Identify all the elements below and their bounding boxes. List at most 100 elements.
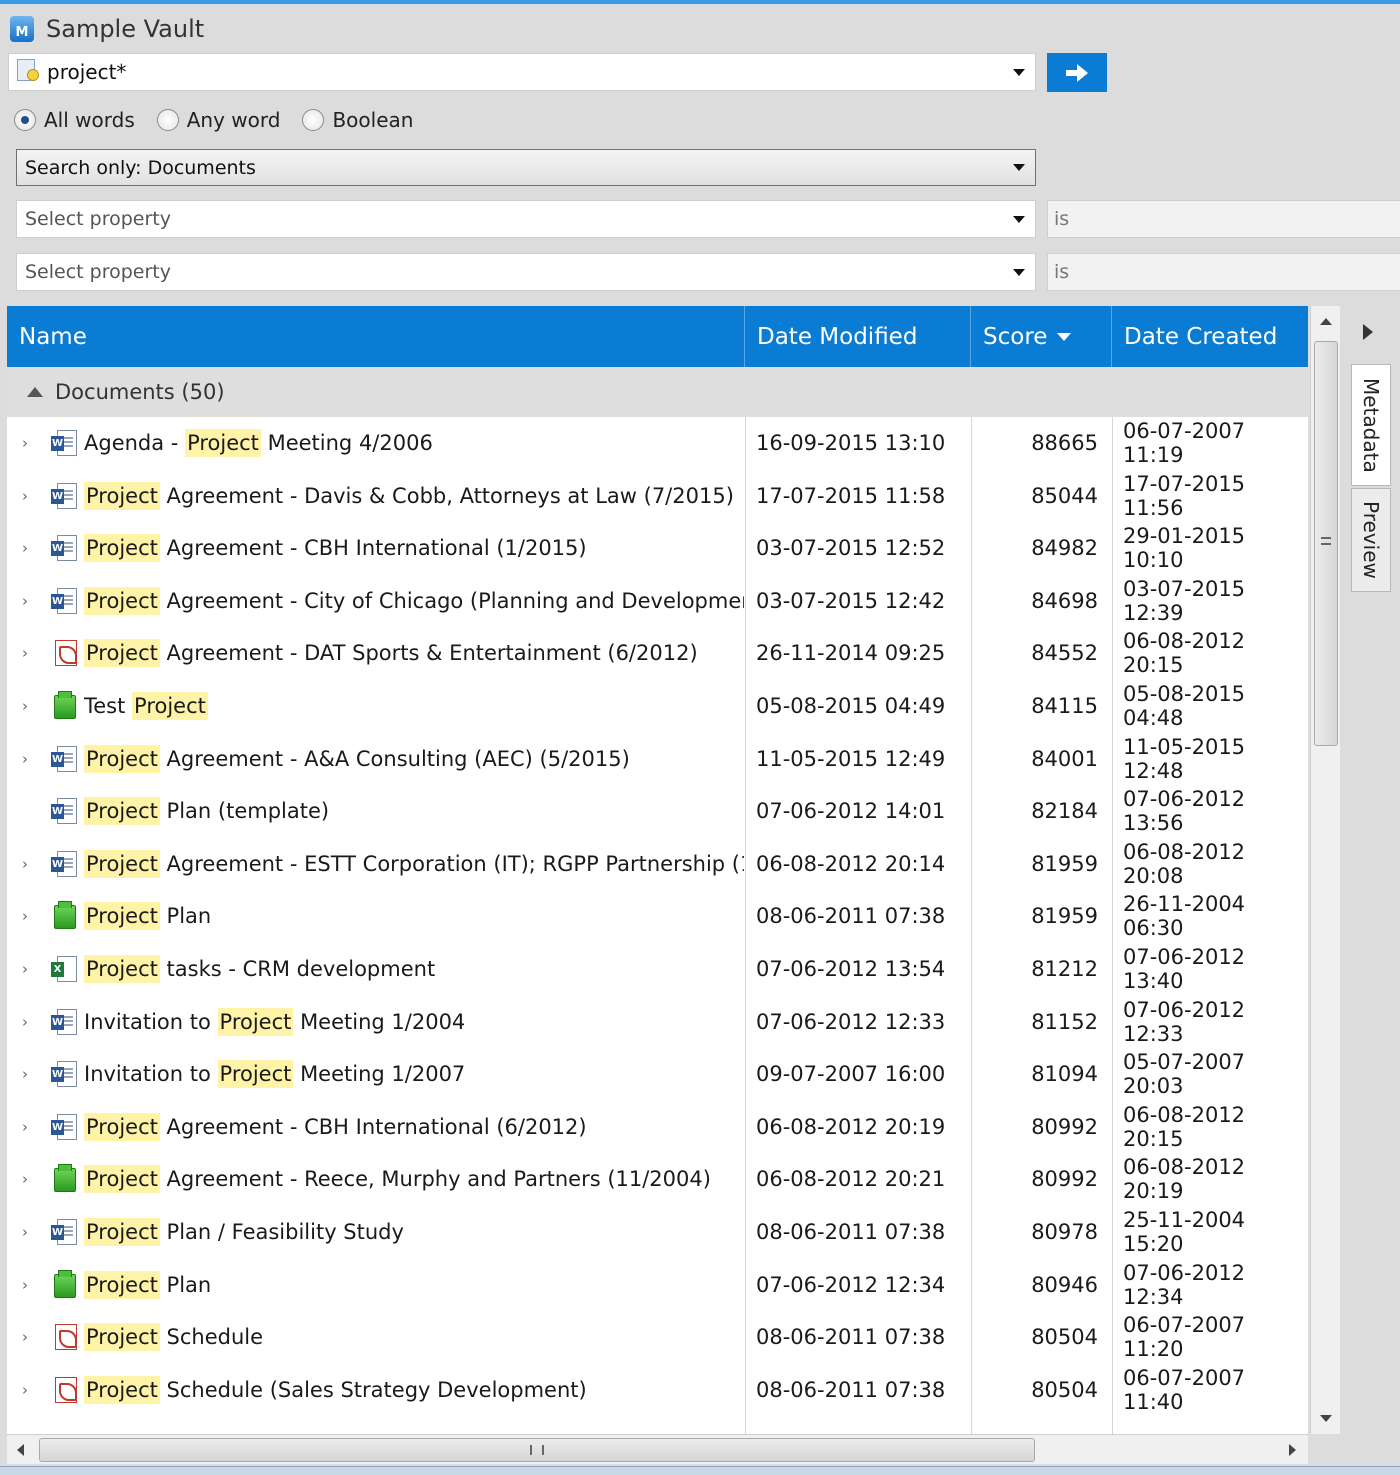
- document-object-icon: [51, 1269, 79, 1300]
- row-name-suffix: Meeting 4/2006: [260, 431, 433, 455]
- table-row[interactable]: › W Project Agreement - ESTT Corporation (…: [7, 838, 1308, 891]
- column-header-date-created[interactable]: Date Created: [1112, 306, 1308, 367]
- collapse-triangle-icon[interactable]: [27, 387, 43, 397]
- row-name: Test Project: [84, 680, 744, 732]
- table-row[interactable]: › Project Plan 07-06-2012 12:34 80946 07-06-…: [7, 1259, 1308, 1312]
- expand-row-chevron-icon[interactable]: ›: [22, 733, 28, 785]
- document-object-icon: [51, 901, 79, 931]
- expand-row-chevron-icon[interactable]: ›: [22, 1153, 28, 1205]
- search-history-dropdown-icon[interactable]: [1013, 68, 1025, 76]
- radio-button-icon[interactable]: [156, 109, 179, 131]
- column-header-name[interactable]: Name: [7, 306, 745, 367]
- search-hit-highlight: Project: [84, 481, 160, 510]
- vault-header: M Sample Vault: [10, 12, 204, 46]
- operator-field-2[interactable]: is: [1047, 253, 1400, 291]
- cell-score: 82184: [1031, 799, 1098, 824]
- tab-metadata[interactable]: Metadata: [1351, 364, 1391, 486]
- scroll-up-arrow-icon[interactable]: [1320, 318, 1332, 325]
- expand-row-chevron-icon[interactable]: ›: [22, 1101, 28, 1153]
- expand-row-chevron-icon[interactable]: ›: [22, 575, 28, 627]
- cell-score: 80978: [1031, 1219, 1098, 1244]
- radio-any-word-label: Any word: [186, 108, 281, 132]
- search-hit-highlight: Project: [84, 1165, 160, 1194]
- vertical-scroll-thumb[interactable]: [1314, 341, 1338, 746]
- cell-score: 80946: [1031, 1272, 1098, 1297]
- radio-any-word[interactable]: Any word: [156, 108, 281, 132]
- table-row[interactable]: › Project Agreement - Reece, Murphy and P…: [7, 1153, 1308, 1206]
- expand-row-chevron-icon[interactable]: ›: [22, 417, 28, 469]
- cell-date-created: 03-07-2015 12:39: [1123, 576, 1246, 625]
- expand-pane-arrow-icon[interactable]: [1363, 324, 1373, 340]
- row-name-suffix: tasks - CRM development: [159, 956, 436, 981]
- scroll-down-arrow-icon[interactable]: [1320, 1415, 1332, 1422]
- sort-descending-icon: [1057, 332, 1072, 341]
- search-input[interactable]: [43, 55, 1013, 89]
- table-row[interactable]: › Project Plan 08-06-2011 07:38 81959 26-11-…: [7, 890, 1308, 943]
- row-name: Agenda - Project Meeting 4/2006: [84, 417, 744, 469]
- horizontal-scrollbar[interactable]: [7, 1434, 1308, 1464]
- chevron-down-icon: [1013, 164, 1025, 171]
- horizontal-scroll-thumb[interactable]: [39, 1438, 1035, 1462]
- property-select-2[interactable]: Select property: [16, 253, 1036, 291]
- table-row[interactable]: › W Agenda - Project Meeting 4/2006 16-09-2…: [7, 417, 1308, 470]
- row-name: Invitation to Project Meeting 1/2007: [84, 1048, 744, 1100]
- table-row[interactable]: › W Project Agreement - Davis & Cobb, Atto…: [7, 470, 1308, 523]
- radio-button-icon[interactable]: [302, 109, 325, 131]
- row-name-suffix: Schedule (Sales Strategy Development): [159, 1377, 587, 1402]
- search-only-select[interactable]: Search only: Documents: [16, 149, 1036, 186]
- scroll-left-arrow-icon[interactable]: [17, 1444, 24, 1456]
- search-go-button[interactable]: [1047, 53, 1107, 92]
- table-row[interactable]: › W Project Agreement - A&A Consulting (AE…: [7, 733, 1308, 786]
- table-row[interactable]: W Project Plan (template) 07-06-2012 14:01…: [7, 785, 1308, 838]
- column-header-date-modified[interactable]: Date Modified: [745, 306, 971, 367]
- chevron-down-icon: [1013, 268, 1025, 276]
- word-file-icon: W: [51, 798, 79, 826]
- table-row[interactable]: › X Project tasks - CRM development 07-06-2…: [7, 943, 1308, 996]
- table-row[interactable]: › Project Schedule 08-06-2011 07:38 80504 06…: [7, 1311, 1308, 1364]
- radio-button-selected-icon[interactable]: [14, 109, 36, 131]
- expand-row-chevron-icon[interactable]: ›: [22, 996, 28, 1048]
- row-name: Invitation to Project Meeting 1/2004: [84, 996, 744, 1048]
- word-file-icon: W: [51, 1061, 79, 1089]
- expand-row-chevron-icon[interactable]: ›: [22, 1311, 28, 1363]
- search-box[interactable]: [8, 53, 1036, 91]
- expand-row-chevron-icon[interactable]: ›: [22, 470, 28, 522]
- scroll-right-arrow-icon[interactable]: [1289, 1444, 1296, 1456]
- document-object-icon: [51, 1164, 79, 1194]
- cell-date-modified: 11-05-2015 12:49: [756, 746, 946, 771]
- row-name: Project Agreement - Reece, Murphy and Pa…: [84, 1153, 744, 1205]
- table-row[interactable]: › W Invitation to Project Meeting 1/2007 09…: [7, 1048, 1308, 1101]
- table-row[interactable]: › Project Schedule (Sales Strategy Develo…: [7, 1364, 1308, 1417]
- search-hit-highlight: Project: [84, 639, 160, 668]
- cell-score: 80504: [1031, 1325, 1098, 1350]
- table-row[interactable]: › W Project Agreement - City of Chicago (P…: [7, 575, 1308, 628]
- expand-row-chevron-icon[interactable]: ›: [22, 1048, 28, 1100]
- table-row[interactable]: › Project Agreement - DAT Sports & Entert…: [7, 627, 1308, 680]
- expand-row-chevron-icon[interactable]: ›: [22, 680, 28, 732]
- property-select-1[interactable]: Select property: [16, 200, 1036, 238]
- expand-row-chevron-icon[interactable]: ›: [22, 1364, 28, 1416]
- cell-score: 85044: [1031, 483, 1098, 508]
- expand-row-chevron-icon[interactable]: ›: [22, 890, 28, 942]
- expand-row-chevron-icon[interactable]: ›: [22, 1206, 28, 1258]
- tab-preview[interactable]: Preview: [1351, 488, 1391, 592]
- table-row[interactable]: › W Project Agreement - CBH International …: [7, 1101, 1308, 1154]
- column-header-score[interactable]: Score: [971, 306, 1112, 367]
- expand-row-chevron-icon[interactable]: ›: [22, 627, 28, 679]
- radio-boolean[interactable]: Boolean: [302, 108, 413, 132]
- table-row[interactable]: › Test Project 05-08-2015 04:49 84115 05-08-…: [7, 680, 1308, 733]
- expand-row-chevron-icon[interactable]: ›: [22, 838, 28, 890]
- table-row[interactable]: › W Project Agreement - CBH International …: [7, 522, 1308, 575]
- search-hit-highlight: Project: [84, 954, 160, 983]
- word-file-icon: W: [51, 587, 79, 616]
- table-row[interactable]: › W Project Plan / Feasibility Study 08-06-…: [7, 1206, 1308, 1259]
- vertical-scrollbar[interactable]: [1310, 306, 1340, 1434]
- expand-row-chevron-icon[interactable]: ›: [22, 1259, 28, 1311]
- expand-row-chevron-icon[interactable]: ›: [22, 943, 28, 995]
- expand-row-chevron-icon[interactable]: ›: [22, 522, 28, 574]
- group-header-documents[interactable]: Documents (50): [7, 367, 1308, 417]
- operator-field-1[interactable]: is: [1047, 200, 1400, 238]
- radio-all-words[interactable]: All words: [14, 108, 135, 132]
- property-select-2-placeholder: Select property: [25, 261, 171, 283]
- table-row[interactable]: › W Invitation to Project Meeting 1/2004 07…: [7, 996, 1308, 1049]
